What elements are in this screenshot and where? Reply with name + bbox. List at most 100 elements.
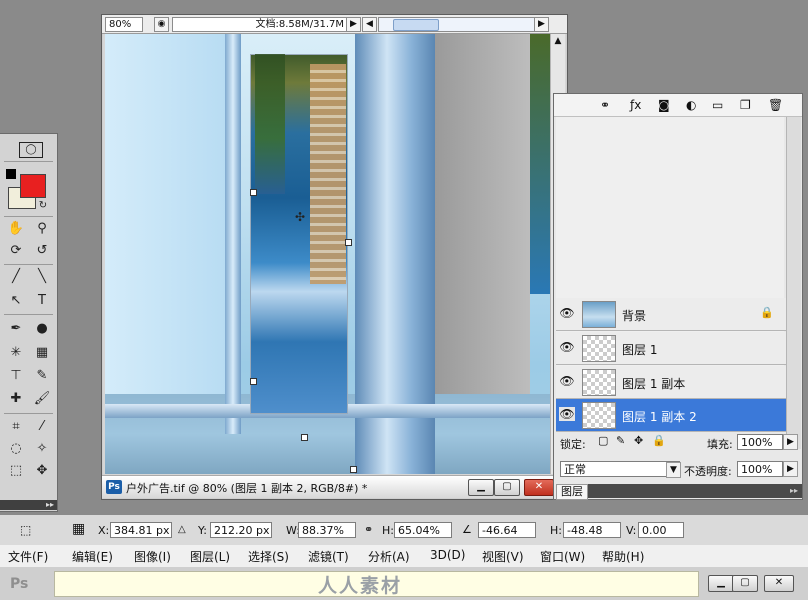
v-skew-label: V: [626, 524, 637, 537]
zoom-icon[interactable]: ⚲ [32, 220, 52, 238]
layer-row-background[interactable]: 👁 背景 🔒 [556, 298, 786, 331]
zoom-field[interactable]: 80% [105, 17, 143, 32]
h-skew-field[interactable]: -48.48 [563, 522, 621, 538]
restore-button[interactable]: ▢ [494, 479, 520, 496]
healing-brush-icon[interactable]: ✚ [6, 390, 26, 408]
direct-selection-icon[interactable]: ↖ [6, 292, 26, 310]
quick-mask-icon[interactable]: ◯ [19, 142, 43, 158]
foreground-color-swatch[interactable] [20, 174, 46, 198]
transform-tool-icon[interactable]: ⬚ [20, 523, 31, 537]
opacity-field[interactable]: 100% [737, 461, 783, 477]
blur-icon[interactable]: ✳ [6, 344, 26, 362]
menu-analysis[interactable]: 分析(A) [368, 548, 410, 565]
lasso-icon[interactable]: ◌ [6, 440, 26, 458]
eyedropper-icon[interactable]: ⁄ [32, 418, 52, 436]
visibility-eye-icon[interactable]: 👁 [559, 306, 575, 320]
line-shape-icon[interactable]: ╲ [32, 268, 52, 286]
hand-icon[interactable]: ✋ [6, 220, 26, 238]
layer-group-icon[interactable]: ▭ [712, 98, 723, 112]
menu-edit[interactable]: 编辑(E) [72, 548, 113, 565]
menu-3d[interactable]: 3D(D) [430, 548, 465, 562]
menu-select[interactable]: 选择(S) [248, 548, 289, 565]
visibility-eye-icon[interactable]: 👁 [559, 407, 575, 421]
y-field[interactable]: 212.20 px [210, 522, 272, 538]
adjustment-layer-icon[interactable]: ◐ [686, 98, 696, 112]
move-icon[interactable]: ✥ [32, 462, 52, 480]
swap-colors-icon[interactable]: ↻ [36, 200, 50, 212]
type-icon[interactable]: T [32, 292, 52, 310]
brush-icon[interactable]: 🖌 [32, 390, 52, 408]
document-title-bar[interactable]: Ps 户外广告.tif @ 80% (图层 1 副本 2, RGB/8#) * … [102, 475, 567, 498]
layer-mask-icon[interactable]: ◙ [658, 98, 670, 112]
play-arrow-icon[interactable]: ▶ [346, 17, 361, 32]
menu-filter[interactable]: 滤镜(T) [308, 548, 349, 565]
relative-position-icon[interactable]: △ [178, 524, 186, 535]
pen-icon[interactable]: ✒ [6, 320, 26, 338]
fill-field[interactable]: 100% [737, 434, 783, 450]
layers-panel-grip[interactable]: ▸▸ [588, 484, 802, 498]
default-colors-icon[interactable] [6, 169, 16, 179]
app-close-button[interactable]: ✕ [764, 575, 794, 592]
delete-layer-icon[interactable]: 🗑 [768, 98, 783, 112]
app-restore-button[interactable]: ▢ [732, 575, 758, 592]
status-menu-icon[interactable]: ◉ [154, 17, 169, 32]
reference-point-icon[interactable]: ✣ [295, 210, 305, 224]
magic-wand-icon[interactable]: ✧ [32, 440, 52, 458]
link-layers-icon[interactable]: ⚭ [600, 98, 610, 112]
menu-window[interactable]: 窗口(W) [540, 548, 585, 565]
horizontal-scrollbar[interactable] [378, 17, 540, 32]
image-canvas[interactable]: ✣ [105, 34, 550, 474]
reference-point-grid-icon[interactable]: ▦ [72, 521, 85, 537]
lock-transparent-icon[interactable]: ▢ [598, 434, 608, 447]
dodge-icon[interactable]: ● [32, 320, 52, 338]
scroll-left-icon[interactable]: ◀ [362, 17, 377, 32]
scroll-up-icon[interactable]: ▲ [551, 34, 565, 48]
eraser-icon[interactable]: ✎ [32, 367, 52, 385]
blend-mode-dropdown-icon[interactable]: ▼ [666, 462, 681, 478]
clone-stamp-icon[interactable]: ⊤ [6, 367, 26, 385]
blend-mode-select[interactable]: 正常 [560, 461, 680, 477]
h-field[interactable]: 65.04% [394, 522, 452, 538]
transform-handle[interactable] [350, 466, 357, 473]
path-selection-icon[interactable]: ╱ [6, 268, 26, 286]
opacity-arrow-icon[interactable]: ▶ [783, 461, 798, 477]
layers-scrollbar[interactable] [786, 117, 801, 449]
layer-style-icon[interactable]: ƒx [630, 98, 641, 112]
transform-handle[interactable] [250, 189, 257, 196]
transform-handle[interactable] [250, 378, 257, 385]
menu-image[interactable]: 图像(I) [134, 548, 171, 565]
layer-row-layer-1[interactable]: 👁 图层 1 [556, 332, 786, 365]
menu-help[interactable]: 帮助(H) [602, 548, 644, 565]
menu-view[interactable]: 视图(V) [482, 548, 524, 565]
layers-tab[interactable]: 图层 [556, 484, 588, 500]
angle-field[interactable]: -46.64 [478, 522, 536, 538]
v-skew-field[interactable]: 0.00 [638, 522, 684, 538]
transform-handle[interactable] [345, 239, 352, 246]
3d-orbit-icon[interactable]: ⟳ [6, 242, 26, 260]
scroll-right-icon[interactable]: ▶ [534, 17, 549, 32]
gradient-icon[interactable]: ▦ [32, 344, 52, 362]
visibility-eye-icon[interactable]: 👁 [559, 340, 575, 354]
minimize-button[interactable]: ▁ [468, 479, 494, 496]
link-proportions-icon[interactable]: ⚭ [364, 523, 373, 536]
lock-position-icon[interactable]: ✥ [634, 434, 643, 447]
lock-pixels-icon[interactable]: ✎ [616, 434, 625, 447]
fill-arrow-icon[interactable]: ▶ [783, 434, 798, 450]
w-field[interactable]: 88.37% [298, 522, 356, 538]
app-minimize-button[interactable]: ▁ [708, 575, 734, 592]
close-button[interactable]: ✕ [524, 479, 554, 496]
x-field[interactable]: 384.81 px [110, 522, 172, 538]
crop-icon[interactable]: ⌗ [6, 418, 26, 436]
3d-rotate-icon[interactable]: ↺ [32, 242, 52, 260]
visibility-eye-icon[interactable]: 👁 [559, 374, 575, 388]
transform-handle[interactable] [301, 434, 308, 441]
new-layer-icon[interactable]: ❐ [740, 98, 751, 112]
menu-file[interactable]: 文件(F) [8, 548, 48, 565]
tools-panel-grip[interactable]: ▸▸ [0, 500, 57, 510]
lock-all-icon[interactable]: 🔒 [652, 434, 666, 447]
marquee-icon[interactable]: ⬚ [6, 462, 26, 480]
watermark: 人人素材 [318, 575, 403, 597]
layer-row-layer-1-copy-2[interactable]: 👁 图层 1 副本 2 [556, 399, 786, 432]
menu-layer[interactable]: 图层(L) [190, 548, 230, 565]
layer-row-layer-1-copy[interactable]: 👁 图层 1 副本 [556, 366, 786, 399]
